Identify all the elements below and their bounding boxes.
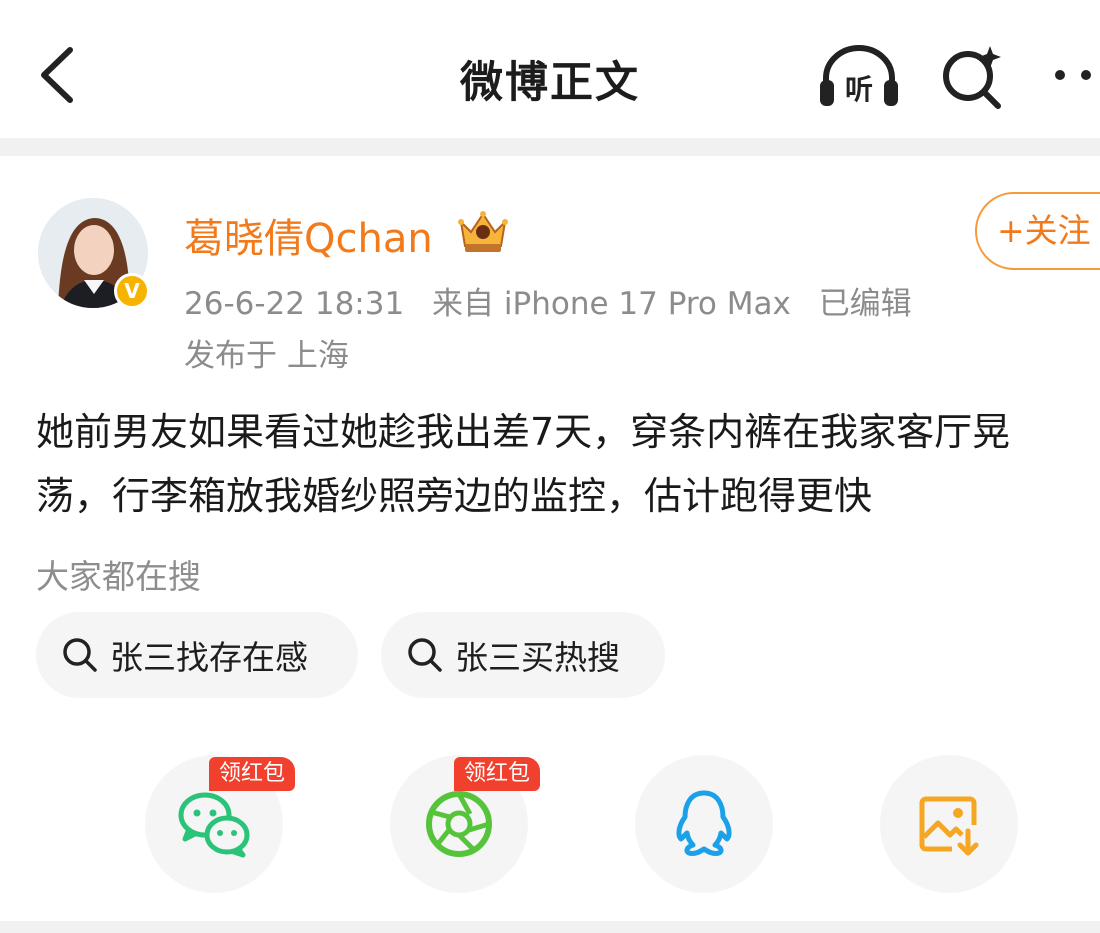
chip-label: 张三买热搜 [455, 638, 620, 677]
listen-label: 听 [845, 73, 873, 106]
follow-button[interactable]: +关注 [975, 192, 1100, 270]
red-packet-badge: 领红包 [209, 757, 296, 791]
post-location: 发布于 上海 [184, 338, 349, 374]
bottom-divider [0, 921, 1100, 933]
section-divider [0, 138, 1100, 156]
post-source: 来自 iPhone 17 Pro Max [432, 286, 791, 322]
more-icon[interactable] [1050, 60, 1100, 90]
qq-penguin-icon [676, 790, 732, 856]
post-time: 26-6-22 18:31 [184, 286, 405, 322]
vip-crown-icon [458, 211, 508, 252]
post-text: 她前男友如果看过她趁我出差7天，穿条内裤在我家客厅晃 荡，行李箱放我婚纱照旁边的… [36, 400, 1100, 528]
listen-icon[interactable]: 听 [818, 42, 900, 108]
hot-search-chip[interactable]: 张三找存在感 [36, 612, 358, 698]
red-packet-badge: 领红包 [454, 757, 541, 791]
author-name[interactable]: 葛晓倩Qchan [184, 206, 433, 264]
top-nav-bar: 微博正文 听 [0, 0, 1100, 138]
post-text-line: 她前男友如果看过她趁我出差7天，穿条内裤在我家客厅晃 [36, 410, 1011, 454]
post-text-line: 荡，行李箱放我婚纱照旁边的监控，估计跑得更快 [36, 474, 873, 518]
share-qq-button[interactable] [635, 755, 773, 893]
search-sparkle-icon[interactable] [940, 40, 1006, 110]
save-image-icon [919, 796, 979, 856]
save-image-button[interactable] [880, 755, 1018, 893]
page-title: 微博正文 [460, 58, 640, 108]
chip-label: 张三找存在感 [110, 638, 308, 677]
hot-search-label: 大家都在搜 [36, 557, 201, 596]
search-icon [408, 638, 442, 672]
post-meta: 26-6-22 18:31 来自 iPhone 17 Pro Max 已编辑 [184, 278, 930, 323]
verified-badge: V [114, 273, 150, 309]
wechat-icon [178, 792, 250, 858]
moments-aperture-icon [426, 791, 492, 857]
search-icon [63, 638, 97, 672]
edited-label[interactable]: 已编辑 [819, 286, 912, 322]
hot-search-chip[interactable]: 张三买热搜 [381, 612, 665, 698]
